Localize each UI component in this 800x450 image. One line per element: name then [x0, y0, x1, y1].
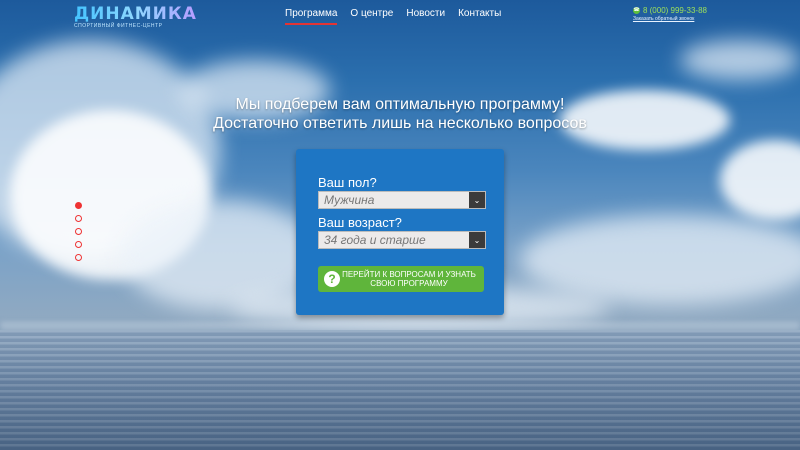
age-select[interactable]: 34 года и старше ⌄: [318, 231, 486, 249]
phone-line[interactable]: ☎ 8 (000) 999-33-88: [632, 6, 707, 15]
submit-label-line-1: ПЕРЕЙТИ К ВОПРОСАМ И УЗНАТЬ: [342, 270, 476, 279]
quiz-panel: Ваш пол? Мужчина ⌄ Ваш возраст? 34 года …: [296, 149, 504, 315]
callback-link[interactable]: Заказать обратный звонок: [633, 16, 707, 22]
slider-pagination: [75, 202, 82, 267]
age-question: Ваш возраст?: [318, 215, 402, 230]
age-select-value: 34 года и старше: [324, 233, 426, 247]
chevron-down-icon[interactable]: ⌄: [469, 232, 485, 248]
hero-heading: Мы подберем вам оптимальную программу! Д…: [0, 95, 800, 133]
logo[interactable]: ДИНАМИКА СПОРТИВНЫЙ ФИТНЕС-ЦЕНТР: [74, 4, 197, 29]
slider-dot[interactable]: [75, 254, 82, 261]
submit-label-line-2: СВОЮ ПРОГРАММУ: [370, 279, 448, 288]
nav-item-news[interactable]: Новости: [406, 8, 445, 23]
gender-select-value: Мужчина: [324, 193, 375, 207]
main-nav: Программа О центре Новости Контакты: [285, 8, 514, 25]
hero-line-2: Достаточно ответить лишь на несколько во…: [213, 115, 587, 132]
gender-select[interactable]: Мужчина ⌄: [318, 191, 486, 209]
nav-item-about[interactable]: О центре: [350, 8, 393, 23]
submit-quiz-button[interactable]: ? ПЕРЕЙТИ К ВОПРОСАМ И УЗНАТЬ СВОЮ ПРОГР…: [318, 266, 484, 292]
slider-dot[interactable]: [75, 202, 82, 209]
chevron-down-icon[interactable]: ⌄: [469, 192, 485, 208]
phone-number: 8 (000) 999-33-88: [642, 6, 707, 15]
slider-dot[interactable]: [75, 215, 82, 222]
phone-icon: ☎: [632, 7, 640, 14]
gender-question: Ваш пол?: [318, 175, 377, 190]
contact-block: ☎ 8 (000) 999-33-88 Заказать обратный зв…: [632, 6, 707, 22]
water-reflection: [0, 330, 800, 450]
slider-dot[interactable]: [75, 241, 82, 248]
nav-item-program[interactable]: Программа: [285, 8, 338, 25]
logo-text: ДИНАМИКА: [74, 4, 197, 24]
hero-line-1: Мы подберем вам оптимальную программу!: [235, 96, 565, 113]
nav-item-contacts[interactable]: Контакты: [458, 8, 501, 23]
slider-dot[interactable]: [75, 228, 82, 235]
question-mark-icon: ?: [324, 271, 340, 287]
submit-quiz-label: ПЕРЕЙТИ К ВОПРОСАМ И УЗНАТЬ СВОЮ ПРОГРАМ…: [340, 270, 484, 288]
